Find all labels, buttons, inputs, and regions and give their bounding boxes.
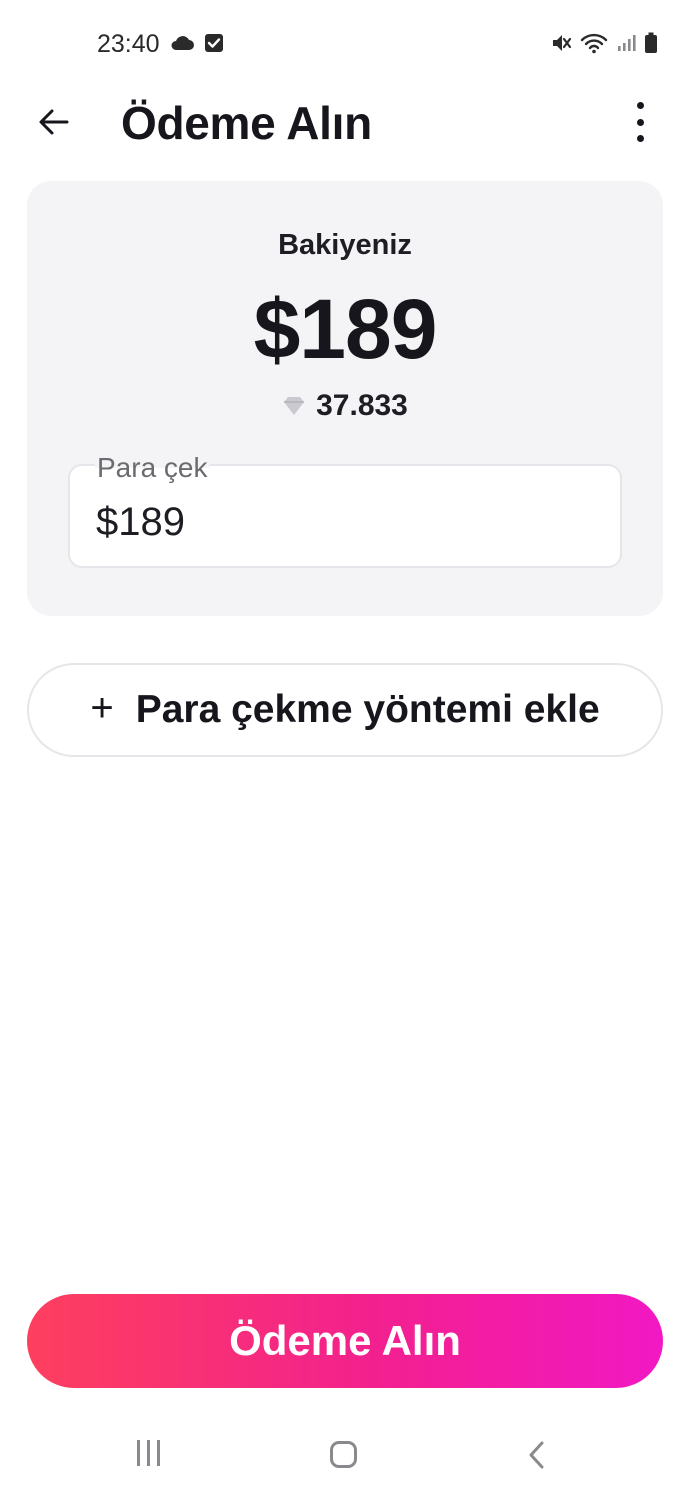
cloud-icon: [171, 36, 194, 50]
app-header: Ödeme Alın: [0, 90, 690, 160]
diamond-count: 37.833: [316, 389, 408, 422]
signal-icon: [618, 35, 636, 51]
home-icon[interactable]: [330, 1441, 357, 1468]
plus-icon: +: [90, 686, 114, 730]
more-options-button[interactable]: [630, 102, 650, 142]
balance-card: Bakiyeniz $189 37.833 Para çek: [27, 181, 663, 616]
diamond-icon: [284, 397, 305, 415]
wifi-icon: [580, 33, 608, 54]
get-paid-label: Ödeme Alın: [229, 1317, 461, 1364]
status-left-icons: [170, 33, 224, 53]
withdraw-amount-field[interactable]: Para çek: [68, 452, 622, 568]
battery-icon: [645, 32, 657, 53]
recents-icon[interactable]: [137, 1440, 160, 1466]
screen: 23:40 Ödeme Alın Bakiyeniz $189 37.833 P…: [0, 0, 690, 1495]
add-withdrawal-method-label: Para çekme yöntemi ekle: [135, 688, 600, 731]
withdraw-field-label: Para çek: [95, 452, 210, 484]
diamond-balance: 37.833: [27, 389, 663, 423]
status-time: 23:40: [97, 30, 160, 58]
withdraw-amount-input[interactable]: [96, 500, 576, 545]
back-button[interactable]: [36, 104, 72, 140]
status-bar: 23:40: [0, 0, 690, 90]
mute-icon: [553, 35, 572, 51]
status-right-icons: [550, 32, 658, 54]
back-icon[interactable]: [526, 1440, 546, 1470]
system-nav-bar: [0, 1410, 690, 1495]
page-title: Ödeme Alın: [121, 97, 372, 149]
add-withdrawal-method-button[interactable]: + Para çekme yöntemi ekle: [27, 663, 663, 757]
get-paid-button[interactable]: Ödeme Alın: [27, 1294, 663, 1388]
balance-label: Bakiyeniz: [278, 229, 412, 261]
balance-amount: $189: [253, 282, 438, 376]
arrow-left-icon: [39, 109, 69, 135]
checkbox-icon: [205, 34, 223, 52]
more-vertical-icon: [636, 102, 644, 109]
